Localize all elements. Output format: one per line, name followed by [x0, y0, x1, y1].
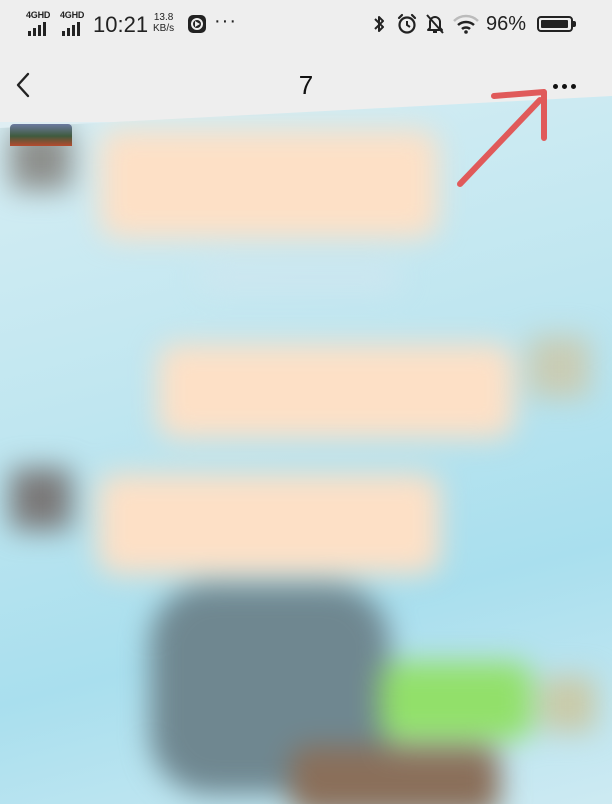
signal-sim1-icon: 4GHD	[26, 10, 56, 36]
more-notifications-icon: ···	[214, 10, 237, 32]
message-bubble[interactable]	[98, 474, 440, 574]
network-speed: 13.8 KB/s	[153, 12, 174, 34]
battery-fill	[541, 20, 568, 28]
annotation-arrow-icon	[457, 89, 547, 187]
bluetooth-icon	[374, 16, 384, 32]
image-message[interactable]	[290, 746, 500, 804]
screen-record-icon	[188, 15, 206, 33]
status-bar: 4GHD 4GHD 10:21 13.8 KB/s ··· 96%	[0, 0, 612, 48]
alarm-clock-icon	[397, 13, 417, 34]
avatar[interactable]	[528, 336, 590, 398]
sim2-label: 4GHD	[60, 10, 85, 20]
avatar-thumbnail[interactable]	[10, 124, 72, 146]
network-speed-value: 13.8	[153, 12, 174, 23]
signal-sim2-icon: 4GHD	[60, 10, 90, 36]
sim1-label: 4GHD	[26, 10, 51, 20]
message-bubble[interactable]	[100, 130, 438, 238]
wifi-icon	[453, 14, 479, 34]
avatar[interactable]	[540, 676, 596, 732]
battery-percent: 96%	[486, 13, 527, 35]
clock: 10:21	[93, 12, 149, 37]
message-bubble[interactable]	[380, 662, 532, 740]
network-speed-unit: KB/s	[153, 23, 175, 34]
avatar[interactable]	[10, 468, 72, 530]
timestamp	[200, 266, 400, 288]
chat-message-area[interactable]	[0, 96, 612, 804]
battery-icon	[537, 16, 576, 32]
message-bubble[interactable]	[158, 344, 514, 438]
bell-muted-icon	[426, 14, 444, 34]
